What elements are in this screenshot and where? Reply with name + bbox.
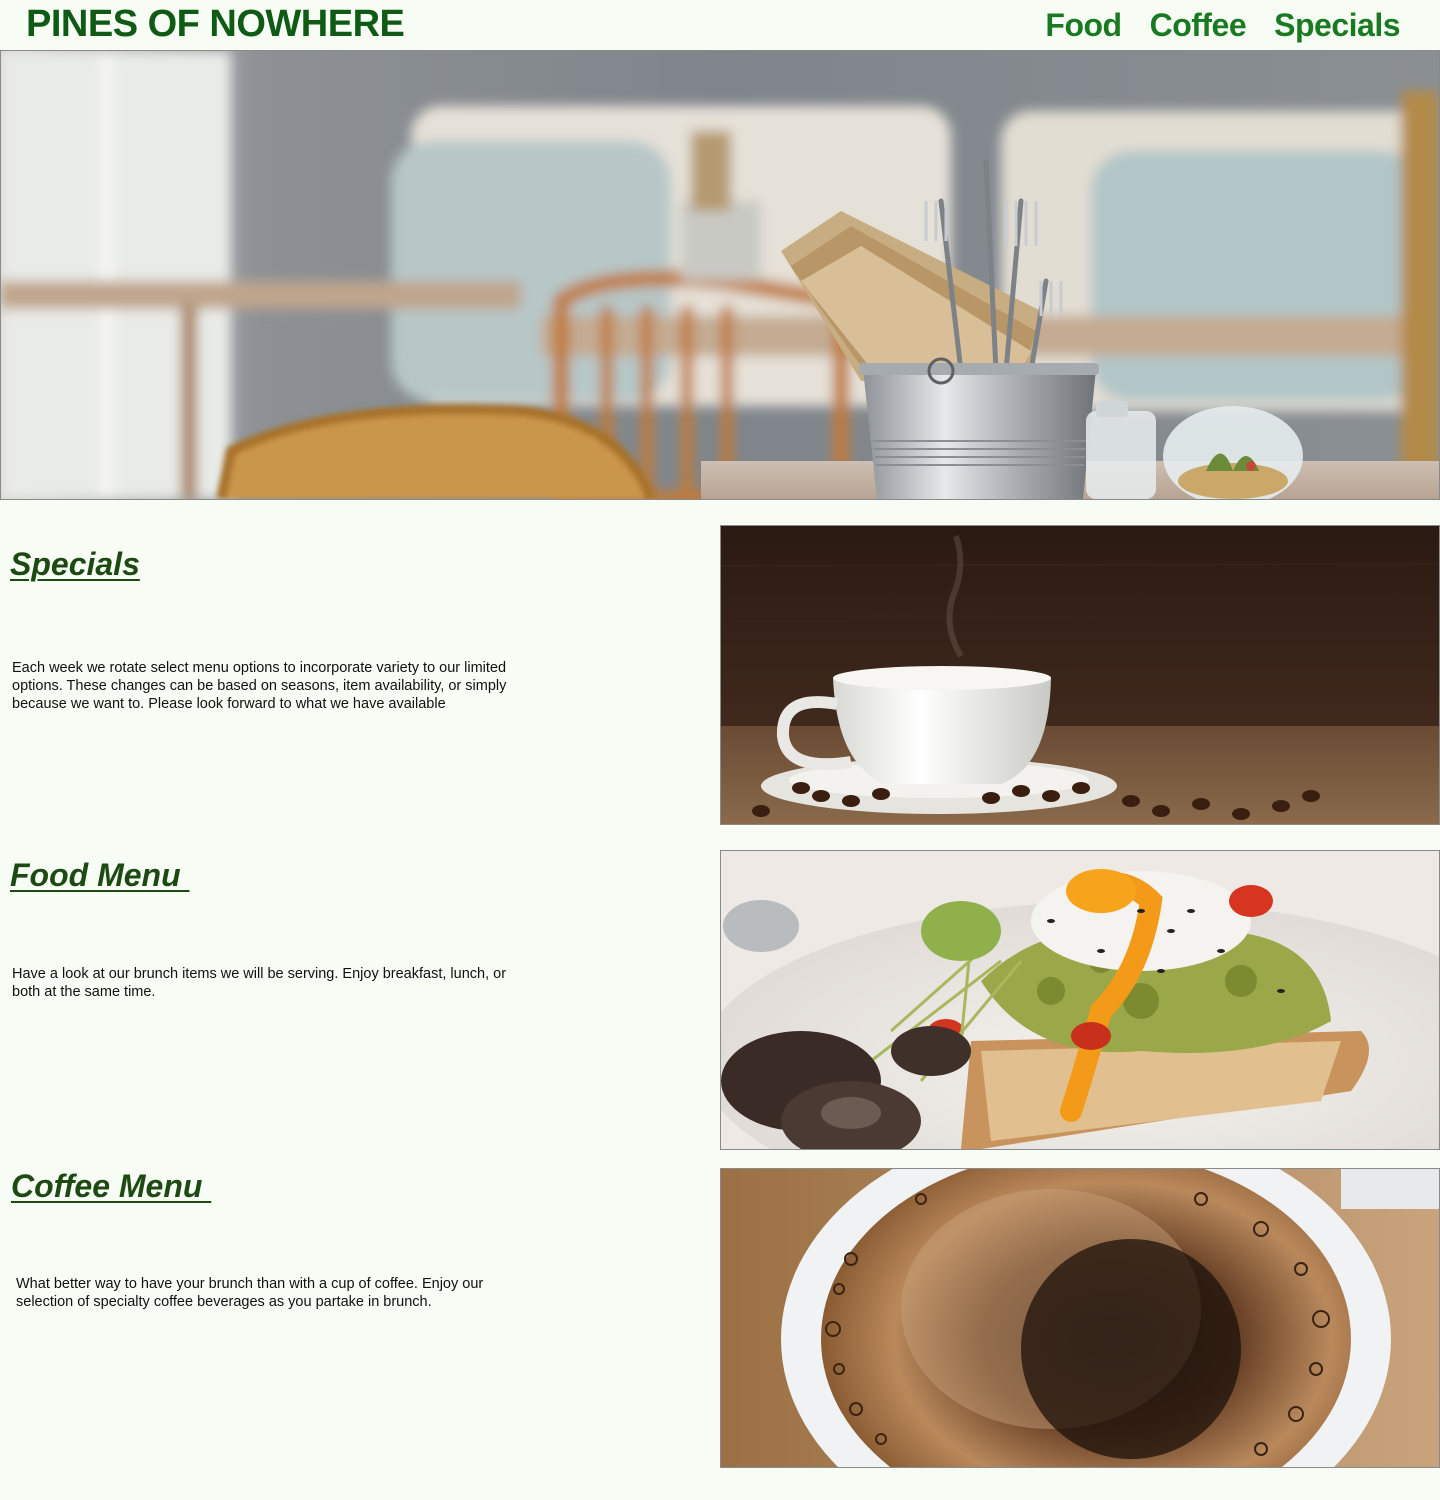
hero-image xyxy=(0,50,1440,500)
avocado-toast-photo xyxy=(720,850,1440,1150)
coffee-menu-heading[interactable]: Coffee Menu xyxy=(11,1168,211,1205)
site-header: PINES OF NOWHERE Food Coffee Specials xyxy=(0,0,1440,50)
nav-link-specials[interactable]: Specials xyxy=(1274,4,1400,46)
specials-description: Each week we rotate select menu options … xyxy=(12,660,507,712)
specials-heading[interactable]: Specials xyxy=(10,546,140,583)
coffee-crema-photo xyxy=(720,1168,1440,1468)
main-nav: Food Coffee Specials xyxy=(1045,4,1400,46)
coffee-cup-photo xyxy=(720,525,1440,825)
food-menu-description: Have a look at our brunch items we will … xyxy=(12,966,507,1000)
food-menu-heading[interactable]: Food Menu xyxy=(10,857,190,894)
coffee-menu-description: What better way to have your brunch than… xyxy=(16,1276,484,1310)
nav-link-coffee[interactable]: Coffee xyxy=(1150,4,1247,46)
nav-link-food[interactable]: Food xyxy=(1045,4,1122,46)
site-brand[interactable]: PINES OF NOWHERE xyxy=(26,2,405,46)
